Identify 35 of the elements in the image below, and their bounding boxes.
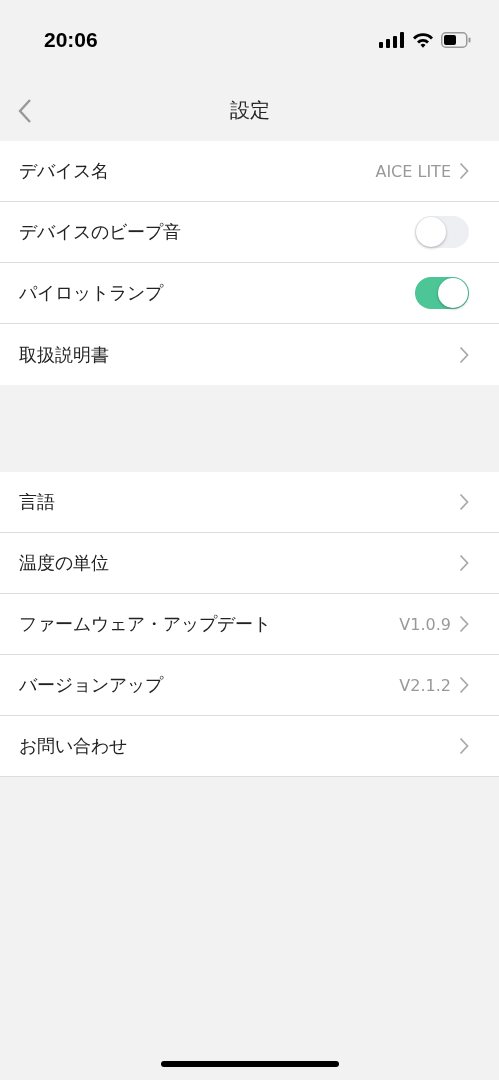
toggle-switch[interactable] (415, 277, 469, 309)
setting-value: V1.0.9 (399, 614, 451, 634)
status-time: 20:06 (44, 28, 98, 52)
settings-row[interactable]: パイロットランプ (0, 263, 499, 324)
chevron-icon (459, 162, 469, 180)
setting-label: 言語 (19, 490, 55, 514)
screen-title: 設定 (229, 97, 270, 124)
setting-label: お問い合わせ (19, 734, 127, 758)
settings-row[interactable]: お問い合わせ (0, 716, 499, 777)
toggle-switch[interactable] (415, 216, 469, 248)
setting-label: 温度の単位 (19, 551, 109, 575)
settings-row[interactable]: 取扱説明書 (0, 324, 499, 385)
chevron-icon (459, 676, 469, 694)
setting-label: デバイス名 (19, 159, 109, 183)
setting-label: バージョンアップ (19, 673, 163, 697)
settings-row[interactable]: デバイスのビープ音 (0, 202, 499, 263)
battery-icon (441, 32, 471, 48)
wifi-icon (412, 32, 434, 48)
setting-value: AICE LITE (375, 161, 451, 181)
setting-label: デバイスのビープ音 (19, 220, 181, 244)
setting-label: パイロットランプ (19, 281, 163, 305)
chevron-icon (459, 345, 469, 364)
signal-icon (379, 32, 405, 48)
setting-value: V2.1.2 (399, 675, 451, 695)
chevron-icon (459, 493, 469, 511)
settings-row[interactable]: 言語 (0, 472, 499, 533)
settings-row[interactable]: バージョンアップ V2.1.2 (0, 655, 499, 716)
settings-row[interactable]: 温度の単位 (0, 533, 499, 594)
chevron-icon (459, 554, 469, 572)
setting-label: ファームウェア・アップデート (19, 612, 271, 636)
chevron-icon (459, 737, 469, 755)
settings-row[interactable]: デバイス名 AICE LITE (0, 141, 499, 202)
settings-row[interactable]: ファームウェア・アップデート V1.0.9 (0, 594, 499, 655)
setting-label: 取扱説明書 (19, 342, 109, 367)
chevron-icon (459, 615, 469, 633)
